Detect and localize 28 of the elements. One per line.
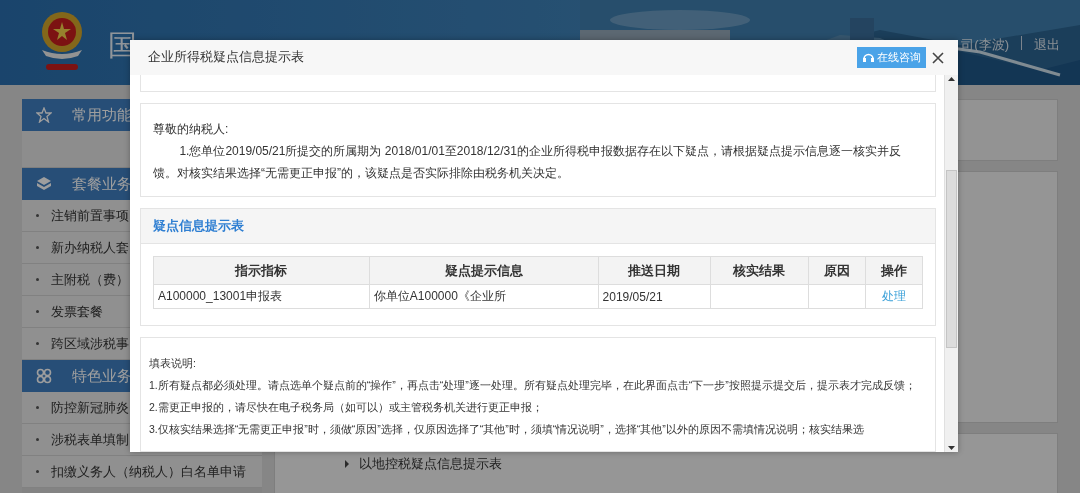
notice-text: 1.您单位2019/05/21所提交的所属期为 2018/01/01至2018/12/31的企业所得税申报数据存在以下疑点，请根据疑点提示信息逐一核实并反馈。对核实结果选择“无需更正申报”的，该疑点是否实际排除由税务机关决定。 [153, 143, 902, 182]
table-cell: 你单位A100000《企业所 [369, 284, 599, 309]
menu-item-label: 注销前置事项 [51, 206, 129, 225]
section-title: 疑点信息提示表 [153, 217, 244, 235]
menu-item-label: 新办纳税人套 [51, 238, 129, 257]
section-title: 特色业务 [72, 366, 132, 386]
column-header: 疑点提示信息 [369, 256, 599, 285]
menu-item-label: 涉税表单填制 [51, 430, 129, 449]
column-header: 指示指标 [153, 256, 370, 285]
instructions-title: 填表说明: [149, 356, 197, 371]
menu-item-label: 主附税（费） [51, 270, 129, 289]
column-header: 推送日期 [598, 256, 711, 285]
instruction-text: 1.所有疑点都必须处理。请点选单个疑点前的“操作”，再点击“处理”逐一处理。所有疑点处理完毕，在此界面点击“下一步”按照提示提交后，提示表才完成反馈； [149, 378, 917, 393]
instruction-text: 2.需更正申报的，请尽快在电子税务局（如可以）或主管税务机关进行更正申报； [149, 400, 544, 415]
section-title: 套餐业务 [72, 174, 132, 194]
column-header: 操作 [865, 256, 923, 285]
menu-item-label: 跨区域涉税事 [51, 334, 129, 353]
menu-item-label: 发票套餐 [51, 302, 103, 321]
instruction-text: 3.仅核实结果选择“无需更正申报”时，须做“原因”选择，仅原因选择了“其他”时，须填“情况说明”，选择“其他”以外的原因不需填情况说明；核实结果选 [149, 422, 865, 437]
greeting: 尊敬的纳税人: [153, 121, 230, 138]
dialog-title: 企业所得税疑点信息提示表 [148, 49, 305, 66]
menu-item-label: 扣缴义务人（纳税人）白名单申请 [51, 462, 246, 481]
menu-item-label: 防控新冠肺炎 [51, 398, 129, 417]
table-cell: A100000_13001申报表 [153, 284, 370, 309]
user-name: 司(李波) [961, 36, 1009, 54]
column-header: 核实结果 [710, 256, 809, 285]
column-header: 原因 [808, 256, 866, 285]
table-cell: 2019/05/21 [598, 284, 711, 309]
